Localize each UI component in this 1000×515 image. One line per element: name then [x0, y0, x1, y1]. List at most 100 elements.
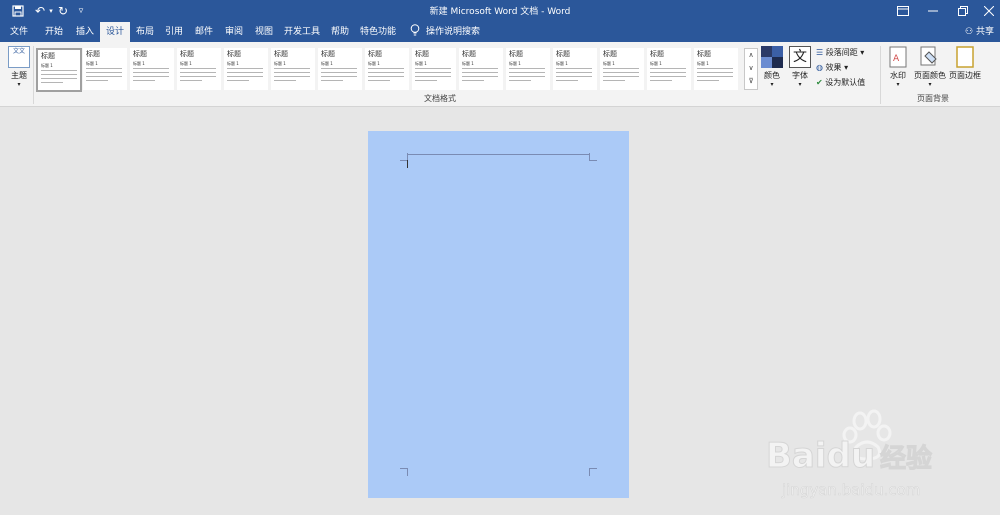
style-set-thumbnail[interactable]: 标题 标题 1: [459, 48, 503, 90]
gallery-up-icon[interactable]: ∧: [745, 49, 757, 62]
page-borders-label: 页面边框: [949, 71, 981, 80]
tab-design[interactable]: 设计: [100, 22, 130, 42]
themes-icon: 文文: [8, 46, 30, 68]
style-set-thumbnail[interactable]: 标题标题 1: [365, 48, 409, 90]
share-label: 共享: [975, 27, 994, 37]
colors-button[interactable]: 颜色 ▾: [760, 46, 784, 88]
thumbnail-heading: 标题 1: [321, 61, 333, 66]
document-canvas[interactable]: Baidu 经验 jingyan.baidu.com: [0, 107, 1000, 515]
tab-home[interactable]: 开始: [38, 22, 70, 42]
thumbnail-text-line: [274, 72, 310, 73]
divider: [33, 46, 34, 104]
thumbnail-heading: 标题 1: [415, 61, 427, 66]
colors-label: 颜色: [764, 71, 780, 80]
style-set-thumbnail[interactable]: 标题 标题 1: [36, 48, 82, 92]
thumbnail-text-line: [415, 72, 451, 73]
thumbnail-title: 标题: [321, 50, 335, 58]
page-borders-button[interactable]: 页面边框: [948, 46, 982, 81]
style-set-thumbnail[interactable]: 标题 标题 1: [271, 48, 315, 90]
thumbnail-text-line: [509, 80, 531, 81]
thumbnail-text-line: [368, 72, 404, 73]
thumbnail-text-line: [41, 74, 77, 75]
thumbnail-heading: 标题 1: [86, 61, 98, 66]
thumbnail-title: 标题: [368, 50, 382, 58]
effects-icon: ◍: [816, 63, 823, 72]
ribbon-tab-bar: 文件 开始 插入 设计 布局 引用 邮件 审阅 视图 开发工具 帮助 特色功能 …: [0, 22, 1000, 42]
style-set-thumbnail[interactable]: 标题 标题 1: [177, 48, 221, 90]
set-default-label: 设为默认值: [825, 78, 866, 87]
thumbnail-text-line: [41, 82, 63, 83]
tab-special-features[interactable]: 特色功能: [356, 22, 400, 42]
thumbnail-text-line: [415, 68, 451, 69]
gallery-down-icon[interactable]: ∨: [745, 62, 757, 75]
thumbnail-text-line: [133, 68, 169, 69]
style-set-thumbnail[interactable]: 标题 标题 1: [224, 48, 268, 90]
tab-insert[interactable]: 插入: [70, 22, 100, 42]
thumbnail-text-line: [697, 68, 733, 69]
style-set-thumbnail[interactable]: 标题 标题 1: [553, 48, 597, 90]
thumbnail-text-line: [509, 76, 545, 77]
gallery-more-icon[interactable]: ⊽: [745, 75, 757, 87]
thumbnail-heading: 标题 1: [368, 61, 380, 66]
style-set-thumbnail[interactable]: 标题 标题 1: [600, 48, 644, 90]
effects-button[interactable]: ◍ 效果 ▾: [816, 62, 848, 74]
style-set-thumbnail[interactable]: 标题 标题 1: [130, 48, 174, 90]
tab-file[interactable]: 文件: [4, 22, 34, 42]
document-page[interactable]: [368, 131, 629, 498]
thumbnail-title: 标题: [274, 50, 288, 58]
style-set-thumbnail[interactable]: 标题标题 1: [83, 48, 127, 90]
thumbnail-text-line: [415, 80, 437, 81]
close-icon[interactable]: [976, 2, 1000, 20]
thumbnail-text-line: [274, 80, 296, 81]
style-set-thumbnail[interactable]: 标题 标题 1: [506, 48, 550, 90]
thumbnail-text-line: [368, 80, 390, 81]
thumbnail-text-line: [41, 78, 77, 79]
divider: [880, 46, 881, 104]
baidu-brand-text: Baidu: [766, 436, 875, 476]
baidu-watermark: Baidu 经验 jingyan.baidu.com: [760, 407, 960, 507]
checkmark-circle-icon: ✔: [816, 78, 823, 87]
thumbnail-text-line: [697, 72, 733, 73]
watermark-button[interactable]: A 水印 ▾: [884, 46, 912, 88]
thumbnail-text-line: [556, 72, 592, 73]
ribbon-design: 文文 主题 ▾ 标题 标题 1 标题 标题 1 标题 标题 1 标题 标题 1 标题 标题 1 标题…: [0, 42, 1000, 107]
thumbnail-heading: 标题 1: [462, 61, 474, 66]
style-set-thumbnail[interactable]: 标题 标题 1: [694, 48, 738, 90]
restore-icon[interactable]: [950, 2, 976, 20]
tab-view[interactable]: 视图: [249, 22, 279, 42]
thumbnail-text-line: [603, 72, 639, 73]
page-color-button[interactable]: 页面颜色 ▾: [912, 46, 948, 88]
page-borders-icon: [953, 46, 977, 68]
window-title: 新建 Microsoft Word 文档 - Word: [429, 7, 571, 17]
paragraph-spacing-button[interactable]: ☰ 段落间距 ▾: [816, 47, 864, 59]
fonts-button[interactable]: 文 字体 ▾: [788, 46, 812, 88]
minimize-icon[interactable]: [920, 2, 946, 20]
style-set-thumbnail[interactable]: 标题标题 1: [318, 48, 362, 90]
baidu-jingyan-text: 经验: [880, 443, 932, 474]
tab-layout[interactable]: 布局: [130, 22, 160, 42]
tab-references[interactable]: 引用: [159, 22, 189, 42]
thumbnail-text-line: [697, 76, 733, 77]
thumbnail-title: 标题: [603, 50, 617, 58]
thumbnail-text-line: [509, 68, 545, 69]
thumbnail-text-line: [274, 68, 310, 69]
ribbon-display-icon[interactable]: [890, 2, 916, 20]
thumbnail-text-line: [86, 68, 122, 69]
thumbnail-heading: 标题 1: [41, 63, 53, 68]
lightbulb-icon: [410, 24, 420, 36]
tab-mailings[interactable]: 邮件: [189, 22, 219, 42]
tell-me-search[interactable]: 操作说明搜索: [410, 22, 480, 42]
thumbnail-text-line: [556, 68, 592, 69]
tab-help[interactable]: 帮助: [325, 22, 355, 42]
style-set-thumbnail[interactable]: 标题 标题 1: [647, 48, 691, 90]
thumbnail-heading: 标题 1: [556, 61, 568, 66]
page-color-label: 页面颜色: [914, 71, 946, 80]
style-set-thumbnail[interactable]: 标题 标题 1: [412, 48, 456, 90]
page-color-icon: [918, 46, 942, 68]
set-default-button[interactable]: ✔ 设为默认值: [816, 77, 865, 89]
themes-button[interactable]: 文文 主题 ▾: [6, 46, 32, 88]
tab-developer[interactable]: 开发工具: [280, 22, 324, 42]
thumbnail-title: 标题: [86, 50, 100, 58]
tab-review[interactable]: 审阅: [219, 22, 249, 42]
share-button[interactable]: ⚇ 共享: [965, 22, 994, 42]
